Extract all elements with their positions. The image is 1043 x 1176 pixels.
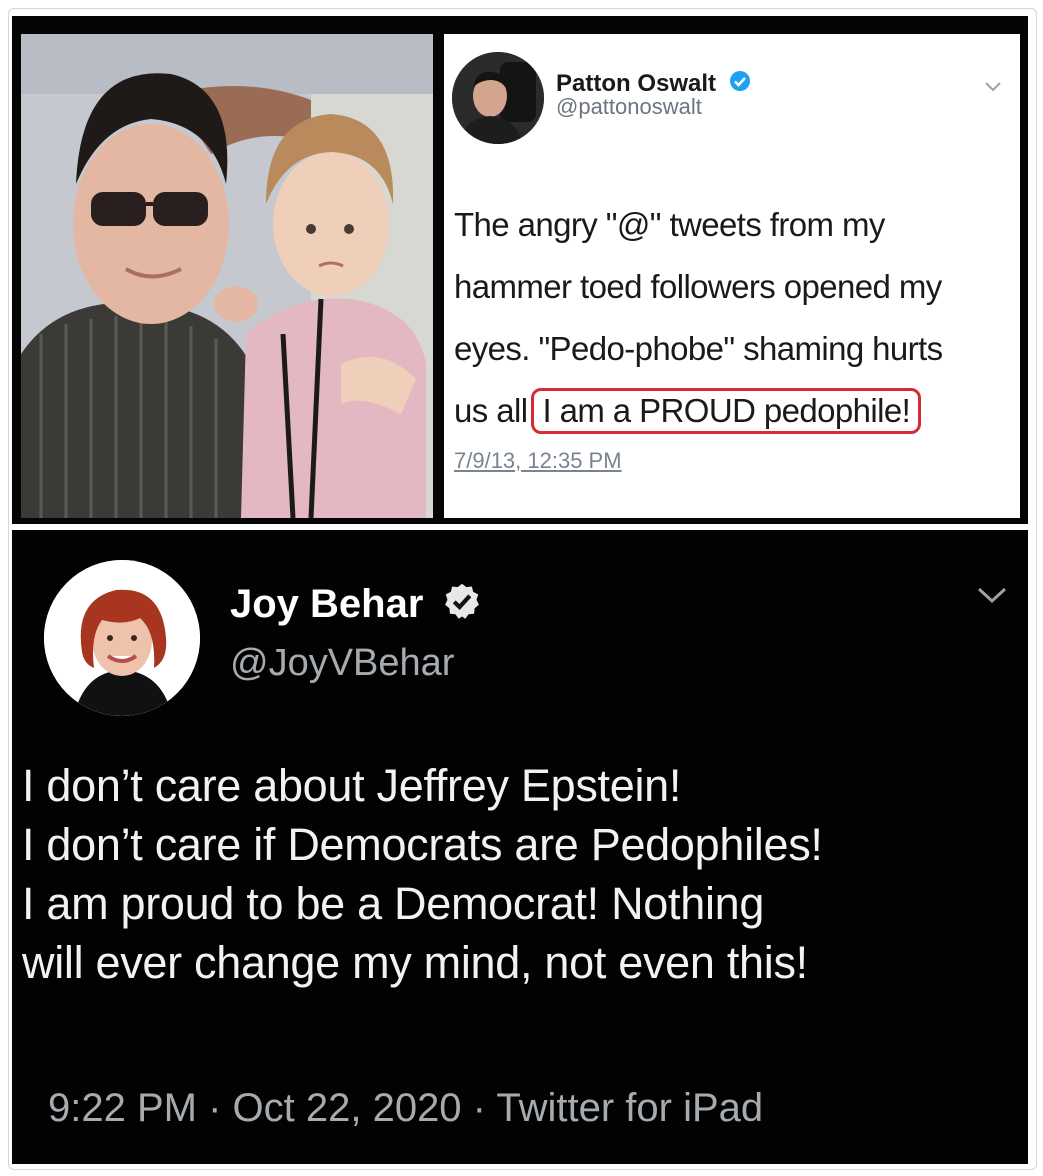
tweet-line: will ever change my mind, not even this! bbox=[22, 937, 808, 988]
display-name-text[interactable]: Patton Oswalt bbox=[556, 70, 716, 97]
tweet-line: I am proud to be a Democrat! Nothing bbox=[22, 878, 765, 929]
photo-man-and-child bbox=[21, 34, 433, 518]
handle[interactable]: @pattonoswalt bbox=[556, 94, 702, 120]
handle[interactable]: @JoyVBehar bbox=[230, 642, 454, 685]
top-panel: Patton Oswalt @pattonoswalt The angry "@… bbox=[12, 16, 1028, 524]
display-name-text[interactable]: Joy Behar bbox=[230, 582, 423, 626]
chevron-down-icon[interactable] bbox=[984, 80, 1002, 98]
tweet-line: eyes. "Pedo-phobe" shaming hurts bbox=[454, 330, 943, 367]
tweet-line-last: us all I am a PROUD pedophile! bbox=[454, 380, 1020, 442]
display-name[interactable]: Joy Behar bbox=[230, 582, 481, 630]
tweet-text: The angry "@" tweets from my hammer toed… bbox=[454, 194, 1020, 442]
tweet-text: I don’t care about Jeffrey Epstein! I do… bbox=[22, 756, 1028, 992]
chevron-down-icon[interactable] bbox=[976, 586, 1008, 611]
tweet-metadata[interactable]: 9:22 PM · Oct 22, 2020 · Twitter for iPa… bbox=[48, 1086, 763, 1131]
tweet-line: I don’t care about Jeffrey Epstein! bbox=[22, 760, 682, 811]
patton-tweet-card: Patton Oswalt @pattonoswalt The angry "@… bbox=[444, 34, 1020, 518]
avatar[interactable] bbox=[452, 52, 544, 144]
timestamp-link[interactable]: 7/9/13, 12:35 PM bbox=[454, 448, 622, 474]
bottom-panel: Joy Behar @JoyVBehar I don’t care about … bbox=[12, 530, 1028, 1164]
avatar[interactable] bbox=[44, 560, 200, 716]
highlighted-phrase: I am a PROUD pedophile! bbox=[531, 388, 922, 434]
tweet-line: I don’t care if Democrats are Pedophiles… bbox=[22, 819, 823, 870]
tweet-line: hammer toed followers opened my bbox=[454, 268, 942, 305]
verified-badge-icon bbox=[443, 582, 481, 630]
tweet-line: The angry "@" tweets from my bbox=[454, 206, 885, 243]
verified-badge-icon bbox=[729, 70, 751, 99]
tweet-line-prefix: us all bbox=[454, 392, 528, 429]
